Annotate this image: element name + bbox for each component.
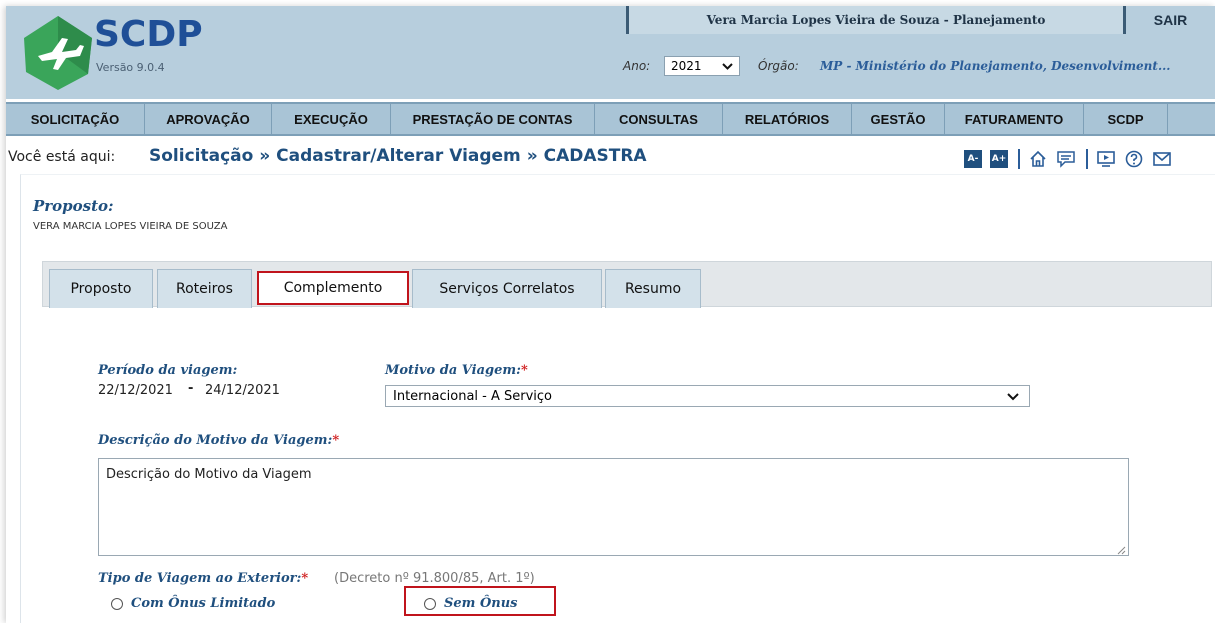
- organ-value: MP - Ministério do Planejamento, Desenvo…: [820, 59, 1171, 73]
- tab-bar: Proposto Roteiros Complemento Serviços C…: [42, 261, 1212, 308]
- radio-button[interactable]: [111, 597, 123, 610]
- radio-com-onus-limitado[interactable]: Com Ônus Limitado: [111, 596, 275, 611]
- chat-icon[interactable]: [1056, 149, 1076, 169]
- proposto-name: VERA MARCIA LOPES VIEIRA DE SOUZA: [33, 221, 228, 232]
- user-info: Vera Marcia Lopes Vieira de Souza - Plan…: [626, 6, 1126, 34]
- toolbar-icons: A- A+: [964, 148, 1180, 170]
- chevron-down-icon: [722, 59, 733, 76]
- menu-item-solicitacao[interactable]: SOLICITAÇÃO: [6, 104, 145, 134]
- radio-sem-onus[interactable]: Sem Ônus: [424, 596, 518, 611]
- breadcrumb: Você está aqui: Solicitação » Cadastrar/…: [6, 142, 1215, 174]
- periodo-separator: -: [188, 381, 194, 396]
- required-marker: *: [301, 571, 309, 586]
- main-menu: SOLICITAÇÃO APROVAÇÃO EXECUÇÃO PRESTAÇÃO…: [6, 102, 1215, 136]
- main-content: Proposto: VERA MARCIA LOPES VIEIRA DE SO…: [20, 174, 1215, 623]
- organ-label: Órgão:: [758, 59, 799, 73]
- menu-item-relatorios[interactable]: RELATÓRIOS: [723, 104, 852, 134]
- year-label: Ano:: [623, 59, 651, 73]
- tab-servicos-correlatos[interactable]: Serviços Correlatos: [412, 269, 602, 308]
- descricao-textarea[interactable]: Descrição do Motivo da Viagem: [98, 458, 1129, 556]
- video-icon[interactable]: [1096, 149, 1116, 169]
- menu-item-prestacao-de-contas[interactable]: PRESTAÇÃO DE CONTAS: [391, 104, 595, 134]
- help-icon[interactable]: [1124, 149, 1144, 169]
- descricao-label: Descrição do Motivo da Viagem:*: [98, 433, 340, 448]
- font-increase-button[interactable]: A+: [990, 150, 1008, 168]
- chevron-down-icon: [1007, 388, 1019, 407]
- app-name: SCDP: [94, 14, 203, 55]
- required-marker: *: [332, 433, 340, 448]
- tipo-label: Tipo de Viagem ao Exterior:*: [98, 571, 309, 586]
- menu-item-scdp[interactable]: SCDP: [1084, 104, 1168, 134]
- motivo-value: Internacional - A Serviço: [393, 388, 553, 404]
- tab-resumo[interactable]: Resumo: [605, 269, 701, 308]
- motivo-label: Motivo da Viagem:*: [385, 363, 528, 378]
- app-version: Versão 9.0.4: [96, 61, 165, 74]
- descricao-value: Descrição do Motivo da Viagem: [106, 467, 312, 482]
- breadcrumb-path: Solicitação » Cadastrar/Alterar Viagem »…: [149, 146, 647, 166]
- radio-button[interactable]: [424, 597, 436, 610]
- font-decrease-button[interactable]: A-: [964, 150, 982, 168]
- motivo-select[interactable]: Internacional - A Serviço: [385, 385, 1030, 407]
- tipo-hint: (Decreto nº 91.800/85, Art. 1º): [334, 571, 535, 586]
- periodo-end: 24/12/2021: [205, 383, 280, 398]
- year-value: 2021: [671, 59, 702, 73]
- resize-handle-icon[interactable]: [1117, 544, 1126, 555]
- mail-icon[interactable]: [1152, 149, 1172, 169]
- proposto-heading: Proposto:: [33, 197, 114, 215]
- radio-label-com-onus: Com Ônus Limitado: [131, 596, 276, 611]
- tab-roteiros[interactable]: Roteiros: [157, 269, 252, 308]
- tab-proposto[interactable]: Proposto: [49, 269, 153, 308]
- menu-item-aprovacao[interactable]: APROVAÇÃO: [145, 104, 272, 134]
- separator: [1018, 149, 1020, 169]
- periodo-label: Período da viagem:: [98, 363, 238, 378]
- breadcrumb-label: Você está aqui:: [8, 149, 116, 165]
- year-select[interactable]: 2021: [664, 56, 740, 76]
- menu-item-faturamento[interactable]: FATURAMENTO: [945, 104, 1084, 134]
- header: SCDP Versão 9.0.4 Vera Marcia Lopes Viei…: [6, 6, 1215, 99]
- menu-item-execucao[interactable]: EXECUÇÃO: [272, 104, 391, 134]
- menu-item-gestao[interactable]: GESTÃO: [852, 104, 945, 134]
- periodo-start: 22/12/2021: [98, 383, 173, 398]
- menu-item-consultas[interactable]: CONSULTAS: [595, 104, 723, 134]
- logout-button[interactable]: SAIR: [1126, 6, 1215, 34]
- scdp-logo-icon: [18, 12, 98, 92]
- home-icon[interactable]: [1028, 149, 1048, 169]
- tab-complemento[interactable]: Complemento: [257, 271, 409, 305]
- radio-label-sem-onus: Sem Ônus: [444, 596, 518, 611]
- required-marker: *: [520, 363, 528, 378]
- separator: [1086, 149, 1088, 169]
- app-window: SCDP Versão 9.0.4 Vera Marcia Lopes Viei…: [6, 6, 1215, 623]
